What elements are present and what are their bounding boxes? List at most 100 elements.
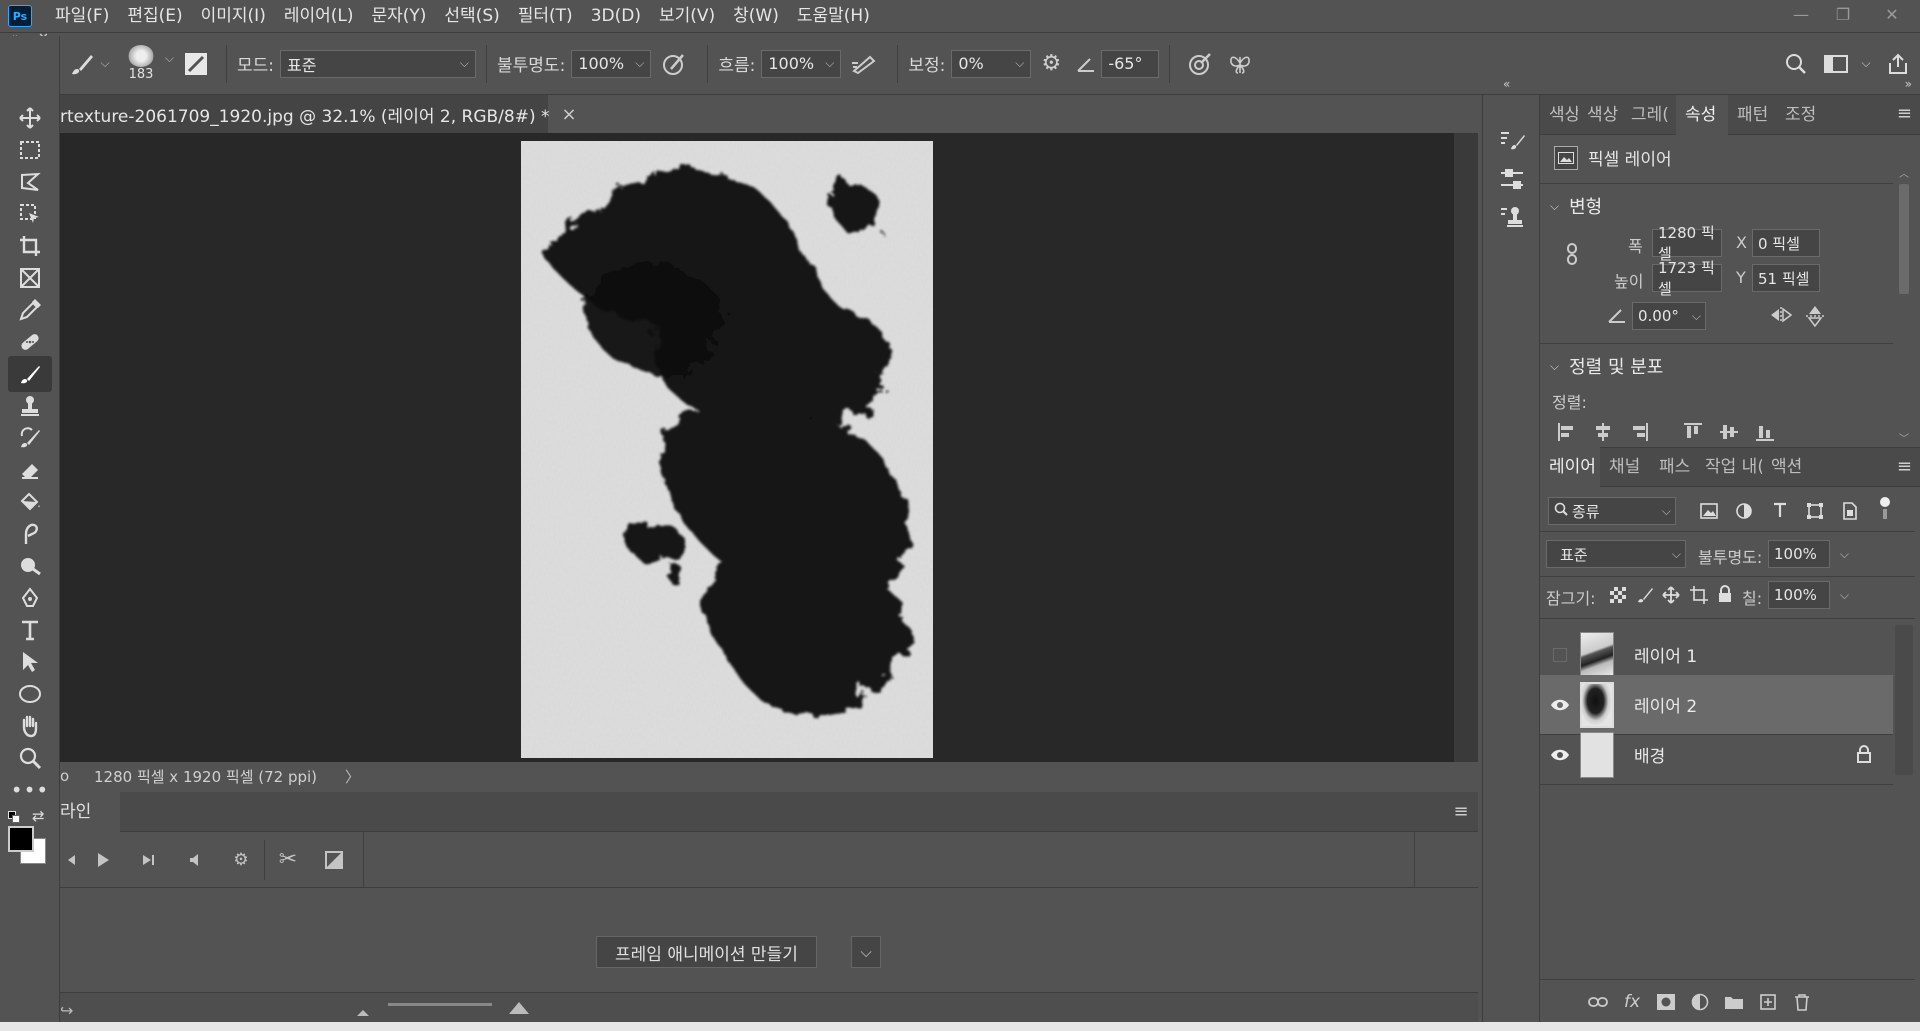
visibility-toggle[interactable] xyxy=(1540,725,1580,785)
tab-paths[interactable]: 패스 xyxy=(1650,447,1696,487)
restore-icon[interactable]: ❐ xyxy=(1822,0,1864,28)
clone-source-panel-icon[interactable] xyxy=(1493,199,1531,235)
type-tool-icon[interactable] xyxy=(8,612,52,648)
lock-artboard-icon[interactable] xyxy=(1690,586,1708,608)
layer-row-background[interactable]: 배경 xyxy=(1540,725,1893,785)
zoom-tool-icon[interactable] xyxy=(8,740,52,776)
menu-image[interactable]: 이미지(I) xyxy=(192,0,275,33)
tab-properties[interactable]: 속성 xyxy=(1676,94,1728,135)
align-top-edges-icon[interactable] xyxy=(1684,423,1702,445)
healing-brush-tool-icon[interactable] xyxy=(8,324,52,360)
split-scissors-icon[interactable]: ✂ xyxy=(265,832,311,888)
zoom-level[interactable]: o xyxy=(60,767,90,785)
eyedropper-tool-icon[interactable] xyxy=(8,292,52,328)
layer-name[interactable]: 레이어 2 xyxy=(1634,692,1697,717)
clone-stamp-tool-icon[interactable] xyxy=(8,388,52,424)
add-mask-icon[interactable] xyxy=(1652,988,1680,1016)
workspace-layout-icon[interactable] xyxy=(1816,44,1856,84)
menu-type[interactable]: 문자(Y) xyxy=(362,0,435,33)
brush-angle-input[interactable]: -65° xyxy=(1101,49,1160,78)
foreground-color-swatch[interactable] xyxy=(8,826,34,852)
y-input[interactable]: 51 픽셀 xyxy=(1752,264,1820,292)
scroll-thumb[interactable] xyxy=(1899,184,1909,294)
layer-filter-select[interactable]: 종류 ⌵ xyxy=(1548,497,1676,525)
brush-settings-icon[interactable] xyxy=(176,44,216,84)
x-input[interactable]: 0 픽셀 xyxy=(1752,229,1820,257)
chevron-down-icon[interactable]: ⌵ xyxy=(851,936,881,968)
scroll-up-icon[interactable]: ︿ xyxy=(1895,165,1913,180)
menu-file[interactable]: 파일(F) xyxy=(46,0,118,33)
filter-shape-layers-icon[interactable] xyxy=(1806,502,1824,524)
brush-tool-icon[interactable] xyxy=(8,356,52,392)
mode-select[interactable]: 표준 ⌵ xyxy=(280,49,477,78)
symmetry-butterfly-icon[interactable] xyxy=(1220,44,1260,84)
filter-toggle-icon[interactable] xyxy=(1880,497,1890,519)
align-bottom-edges-icon[interactable] xyxy=(1756,423,1774,445)
scroll-down-icon[interactable]: ﹀ xyxy=(1895,430,1913,445)
flow-input[interactable]: 100% ⌵ xyxy=(761,49,842,78)
tab-channels[interactable]: 채널 xyxy=(1600,447,1650,487)
align-section-toggle[interactable]: ⌵ 정렬 및 분포 xyxy=(1550,353,1663,379)
workspace-dropdown-icon[interactable]: ⌵ xyxy=(1856,44,1876,84)
share-icon[interactable] xyxy=(1876,44,1920,84)
hand-tool-icon[interactable] xyxy=(8,708,52,744)
width-input[interactable]: 1280 픽셀 xyxy=(1652,224,1722,263)
document-canvas[interactable] xyxy=(521,141,933,758)
create-frame-animation-button[interactable]: 프레임 애니메이션 만들기 xyxy=(596,936,817,968)
properties-scrollbar[interactable]: ︿ ﹀ xyxy=(1895,165,1913,445)
convert-icon[interactable]: ↪ xyxy=(60,1001,73,1020)
dodge-tool-icon[interactable] xyxy=(8,548,52,584)
smoothing-settings-gear-icon[interactable]: ⚙ xyxy=(1031,44,1071,84)
smoothing-input[interactable]: 0% ⌵ xyxy=(951,49,1032,78)
smudge-tool-icon[interactable] xyxy=(8,516,52,552)
new-group-folder-icon[interactable] xyxy=(1720,988,1748,1016)
tab-history[interactable]: 작업 내( xyxy=(1696,447,1762,487)
opacity-input[interactable]: 100% ⌵ xyxy=(571,49,652,78)
transition-icon[interactable] xyxy=(311,832,357,888)
panel-menu-icon[interactable]: ≡ xyxy=(1444,801,1478,822)
airbrush-icon[interactable] xyxy=(841,44,887,84)
blend-mode-select[interactable]: 표준 ⌵ xyxy=(1546,540,1686,568)
menu-3d[interactable]: 3D(D) xyxy=(582,0,650,33)
layer-opacity-input[interactable]: 100% ⌵ xyxy=(1768,540,1849,568)
menu-view[interactable]: 보기(V) xyxy=(650,0,724,33)
menu-layer[interactable]: 레이어(L) xyxy=(275,0,363,33)
filter-pixel-layers-icon[interactable] xyxy=(1700,503,1718,523)
zoom-out-mountain-icon[interactable] xyxy=(356,1003,370,1021)
brush-size-picker[interactable]: 183 ⌵ xyxy=(116,35,174,93)
menu-filter[interactable]: 필터(T) xyxy=(509,0,582,33)
history-brush-tool-icon[interactable] xyxy=(8,420,52,456)
panel-menu-icon[interactable]: ≡ xyxy=(1897,456,1912,477)
link-layers-icon[interactable] xyxy=(1584,988,1612,1016)
tab-actions[interactable]: 액션 xyxy=(1762,447,1812,487)
eraser-tool-icon[interactable] xyxy=(8,452,52,488)
filter-adjustment-layers-icon[interactable] xyxy=(1736,503,1752,523)
canvas-vertical-scrollbar[interactable] xyxy=(1454,133,1478,762)
search-icon[interactable] xyxy=(1776,44,1816,84)
lock-icon[interactable] xyxy=(1857,745,1871,767)
tab-layers[interactable]: 레이어 xyxy=(1540,447,1600,487)
align-left-edges-icon[interactable] xyxy=(1558,423,1576,445)
ellipse-tool-icon[interactable] xyxy=(8,676,52,712)
lock-all-icon[interactable] xyxy=(1718,585,1732,607)
audio-icon[interactable] xyxy=(172,832,218,888)
delete-layer-trash-icon[interactable] xyxy=(1788,988,1816,1016)
flip-vertical-icon[interactable] xyxy=(1806,305,1824,331)
lock-transparent-pixels-icon[interactable] xyxy=(1610,587,1626,607)
lock-image-pixels-icon[interactable] xyxy=(1636,586,1654,608)
align-horizontal-centers-icon[interactable] xyxy=(1594,423,1612,445)
new-adjustment-layer-icon[interactable] xyxy=(1686,988,1714,1016)
layer-style-fx-icon[interactable]: fx xyxy=(1618,988,1646,1016)
path-selection-tool-icon[interactable] xyxy=(8,644,52,680)
document-tab[interactable]: rtexture-2061709_1920.jpg @ 32.1% (레이어 2… xyxy=(60,95,577,133)
tab-color[interactable]: 색상 xyxy=(1540,95,1578,135)
align-vertical-centers-icon[interactable] xyxy=(1720,423,1738,445)
timeline-settings-gear-icon[interactable]: ⚙ xyxy=(218,832,264,888)
default-colors-icon[interactable] xyxy=(8,811,20,823)
layer-name[interactable]: 레이어 1 xyxy=(1634,642,1697,667)
marquee-tool-icon[interactable] xyxy=(8,132,52,168)
tab-adjustments[interactable]: 조정 xyxy=(1776,95,1824,135)
rotation-angle-input[interactable]: 0.00° ⌵ xyxy=(1632,302,1706,330)
tab-patterns[interactable]: 패턴 xyxy=(1728,95,1776,135)
brush-settings-panel-icon[interactable] xyxy=(1493,123,1531,159)
